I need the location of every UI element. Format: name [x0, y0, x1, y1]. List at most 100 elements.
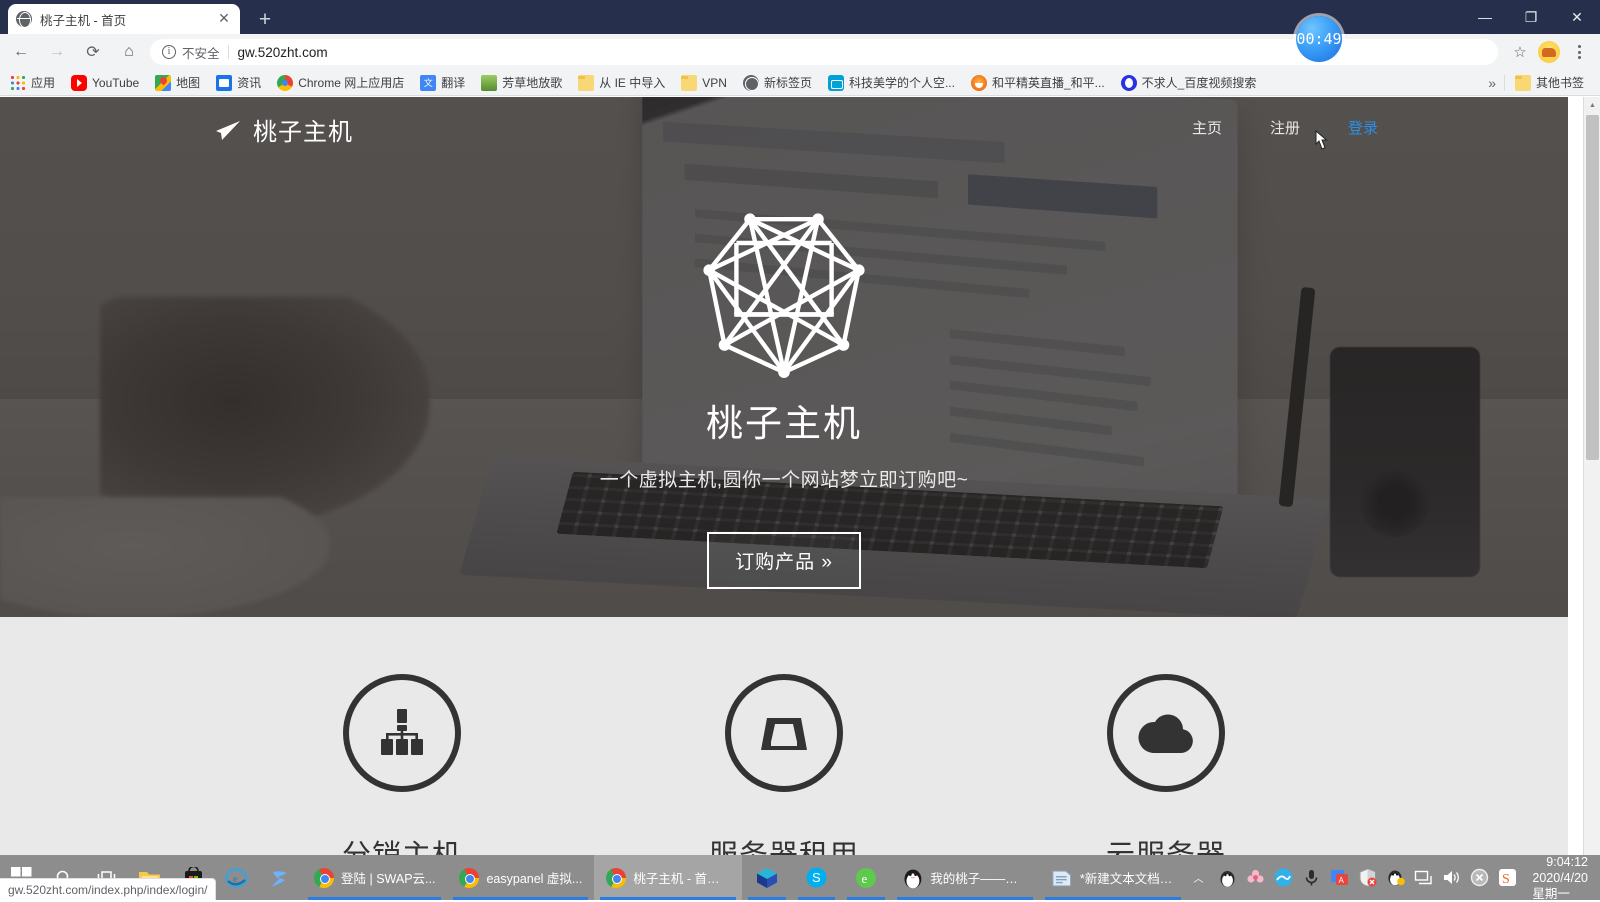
taskbar-clock[interactable]: 9:04:12 2020/4/20 星期一: [1526, 854, 1592, 902]
sitemap-icon: [343, 674, 461, 792]
network-icon[interactable]: [1414, 868, 1433, 887]
window-controls: — ❐ ✕: [1462, 0, 1600, 34]
close-window-button[interactable]: ✕: [1554, 0, 1600, 34]
bookmark-label: 芳草地放歌: [502, 74, 562, 91]
bookmark-vpn[interactable]: VPN: [675, 72, 733, 94]
bookmark-peace-live[interactable]: 和平精英直播_和平...: [965, 72, 1111, 94]
mouse-cursor-pointer: [1311, 130, 1333, 156]
bookmark-label: 不求人_百度视频搜索: [1142, 74, 1257, 91]
browser-toolbar: ← → ⟳ ⌂ i 不安全 gw.520zht.com ☆: [0, 34, 1600, 70]
forward-button[interactable]: →: [42, 37, 72, 67]
bookmark-new-tab[interactable]: 新标签页: [737, 72, 818, 94]
taskbar-app-qq[interactable]: 我的桃子——总...: [891, 855, 1039, 900]
flower-icon[interactable]: [1246, 868, 1265, 887]
bookmark-star-icon[interactable]: ☆: [1506, 38, 1534, 66]
bookmark-grass[interactable]: 芳草地放歌: [475, 72, 568, 94]
info-icon[interactable]: i: [162, 45, 176, 59]
bookmark-news[interactable]: 资讯: [210, 72, 267, 94]
taskbar-app-skype[interactable]: S: [792, 855, 841, 900]
bookmark-translate[interactable]: 翻译: [414, 72, 471, 94]
taskbar-app-notepad[interactable]: *新建文本文档 (...: [1039, 855, 1187, 900]
scroll-up-arrow[interactable]: ▲: [1584, 97, 1600, 114]
hero-content: 桃子主机 一个虚拟主机,圆你一个网站梦立即订购吧~ 订购产品 »: [0, 97, 1568, 617]
qq-music-icon[interactable]: [1386, 868, 1405, 887]
other-bookmarks-folder[interactable]: 其他书签: [1509, 72, 1590, 94]
taskbar-app-label: 登陆 | SWAP云...: [341, 868, 435, 887]
recording-timer-badge: 00:49: [1296, 16, 1342, 62]
bookmark-chrome-webstore[interactable]: Chrome 网上应用店: [271, 72, 410, 94]
taskbar-internet-explorer[interactable]: e: [215, 855, 259, 900]
reload-button[interactable]: ⟳: [78, 37, 108, 67]
taskbar-app-label: *新建文本文档 (...: [1080, 868, 1176, 887]
news-icon: [216, 75, 232, 91]
taskbar-xunlei[interactable]: [258, 855, 302, 900]
internet-explorer-icon: e: [225, 867, 248, 889]
bookmark-maps[interactable]: 地图: [149, 72, 206, 94]
security-shield-icon[interactable]: [1358, 868, 1377, 887]
globe-icon: [16, 11, 32, 27]
chrome-menu-icon[interactable]: [1566, 38, 1592, 66]
system-tray: ︿ A S: [1187, 855, 1600, 900]
back-button[interactable]: ←: [6, 37, 36, 67]
clock-time: 9:04:12: [1546, 854, 1588, 870]
chevron-up-icon[interactable]: ︿: [1187, 870, 1209, 885]
volume-icon[interactable]: [1442, 868, 1461, 887]
bookmark-apps[interactable]: 应用: [4, 72, 61, 94]
svg-text:e: e: [233, 873, 238, 885]
peace-icon: [971, 75, 987, 91]
tab-strip: 桃子主机 - 首页 ✕ + — ❐ ✕: [0, 0, 1600, 34]
home-button[interactable]: ⌂: [114, 37, 144, 67]
svg-text:S: S: [1502, 872, 1510, 887]
order-product-button[interactable]: 订购产品 »: [707, 532, 861, 589]
globe-icon: [743, 75, 759, 91]
scrollbar-thumb[interactable]: [1586, 115, 1599, 460]
qq-tray-icon[interactable]: [1218, 868, 1237, 887]
bookmark-label: 从 IE 中导入: [599, 74, 665, 91]
tab-title: 桃子主机 - 首页: [40, 10, 216, 29]
svg-text:A: A: [1339, 876, 1345, 885]
bookmark-label: 和平精英直播_和平...: [992, 74, 1105, 91]
wave-icon[interactable]: [1274, 868, 1293, 887]
close-icon[interactable]: ✕: [216, 11, 232, 27]
folder-icon: [1515, 75, 1531, 91]
page-viewport: 桃子主机 主页 注册 登录: [0, 97, 1600, 900]
taskbar-app-taozizhuji[interactable]: 桃子主机 - 首页 ...: [594, 855, 742, 900]
web-page-content: 桃子主机 主页 注册 登录: [0, 97, 1568, 900]
bookmark-bilibili[interactable]: 科技美学的个人空...: [822, 72, 961, 94]
divider: [1504, 75, 1505, 91]
chrome-browser-window: 桃子主机 - 首页 ✕ + — ❐ ✕ ← → ⟳ ⌂ i 不安全 gw.520…: [0, 0, 1600, 900]
chrome-icon: [277, 75, 293, 91]
bookmark-youtube[interactable]: YouTube: [65, 72, 145, 94]
translate-tray-icon[interactable]: A: [1330, 868, 1349, 887]
taskbar-app-swap[interactable]: 登陆 | SWAP云...: [302, 855, 447, 900]
url-text: gw.520zht.com: [238, 45, 328, 60]
bookmark-baidu-video[interactable]: 不求人_百度视频搜索: [1115, 72, 1263, 94]
bookmark-label: Chrome 网上应用店: [298, 74, 404, 91]
microphone-icon[interactable]: [1302, 868, 1321, 887]
taskbar-app-easypanel[interactable]: easypanel 虚拟...: [447, 855, 594, 900]
bookmark-label: YouTube: [92, 76, 139, 90]
bookmarks-overflow-button[interactable]: »: [1480, 75, 1504, 91]
bookmark-label: VPN: [702, 76, 727, 90]
sogou-icon[interactable]: S: [1498, 868, 1517, 887]
bookmark-label: 翻译: [441, 74, 465, 91]
taskbar-app-360browser[interactable]: e: [841, 855, 891, 900]
minimize-button[interactable]: —: [1462, 0, 1508, 34]
close-circle-icon[interactable]: [1470, 868, 1489, 887]
bookmark-ie-import[interactable]: 从 IE 中导入: [572, 72, 671, 94]
corgi-avatar-icon[interactable]: [1538, 41, 1560, 63]
browser-tab[interactable]: 桃子主机 - 首页 ✕: [8, 4, 240, 34]
maximize-button[interactable]: ❐: [1508, 0, 1554, 34]
page-scrollbar[interactable]: ▲ ▼: [1583, 97, 1600, 900]
svg-text:S: S: [812, 870, 821, 885]
bookmark-label: 新标签页: [764, 74, 812, 91]
apps-grid-icon: [10, 75, 26, 91]
taskbar-app-yunxi[interactable]: [742, 855, 792, 900]
folder-icon: [681, 75, 697, 91]
taskbar-app-label: 桃子主机 - 首页 ...: [633, 868, 730, 887]
new-tab-button[interactable]: +: [252, 8, 278, 34]
bookmarks-bar: 应用 YouTube 地图 资讯 Chrome 网上应用店 翻译 芳草地放歌: [0, 70, 1600, 96]
network-polygon-logo: [699, 209, 869, 379]
hero-subtitle: 一个虚拟主机,圆你一个网站梦立即订购吧~: [600, 465, 968, 492]
bilibili-icon: [828, 75, 844, 91]
